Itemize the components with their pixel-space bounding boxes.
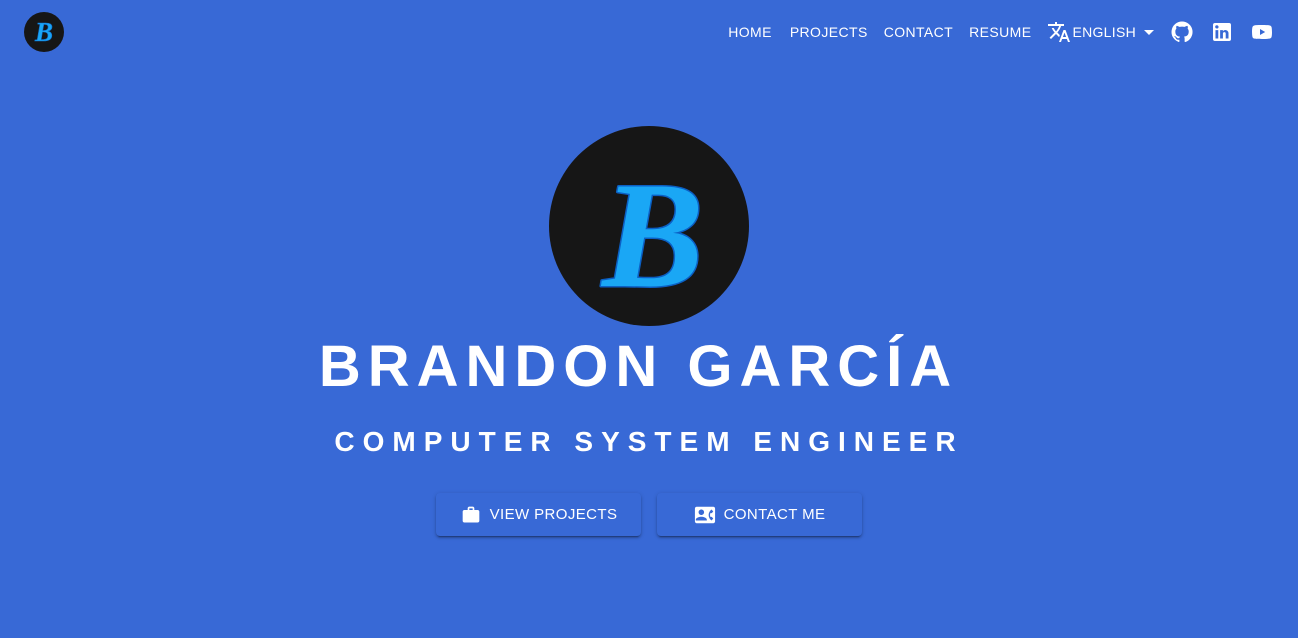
contact-me-label: CONTACT ME xyxy=(723,506,826,523)
view-projects-label: VIEW PROJECTS xyxy=(489,506,618,523)
nav-projects[interactable]: PROJECTS xyxy=(782,16,876,48)
logo-b-icon: B xyxy=(599,150,705,321)
chevron-down-icon xyxy=(1144,29,1154,35)
hero-subtitle: COMPUTER SYSTEM ENGINEER xyxy=(334,426,964,457)
contact-me-button[interactable]: CONTACT ME xyxy=(657,493,862,536)
youtube-link[interactable] xyxy=(1242,12,1282,52)
logo-b-icon: B xyxy=(34,17,54,48)
view-projects-button[interactable]: VIEW PROJECTS xyxy=(436,493,641,536)
briefcase-icon xyxy=(460,504,482,526)
main-nav: HOME PROJECTS CONTACT RESUME ENGLISH xyxy=(720,0,1298,64)
hero-name: BRANDON GARCÍA xyxy=(318,334,959,399)
language-label: ENGLISH xyxy=(1072,24,1136,40)
youtube-icon xyxy=(1252,25,1272,39)
github-link[interactable] xyxy=(1162,12,1202,52)
top-app-bar: B HOME PROJECTS CONTACT RESUME ENGLISH xyxy=(0,0,1298,64)
translate-icon xyxy=(1047,20,1071,44)
github-icon xyxy=(1171,21,1193,42)
language-selector[interactable]: ENGLISH xyxy=(1039,12,1162,52)
hero-logo: B xyxy=(549,126,749,326)
hero-actions: VIEW PROJECTS CONTACT ME xyxy=(436,493,862,536)
nav-home[interactable]: HOME xyxy=(720,16,780,48)
nav-contact[interactable]: CONTACT xyxy=(876,16,961,48)
contact-card-icon xyxy=(694,504,716,526)
nav-resume[interactable]: RESUME xyxy=(961,16,1039,48)
brand-logo[interactable]: B xyxy=(24,12,64,52)
linkedin-link[interactable] xyxy=(1202,12,1242,52)
svg-text:B: B xyxy=(600,151,703,319)
svg-text:B: B xyxy=(34,17,53,47)
linkedin-icon xyxy=(1213,23,1231,41)
